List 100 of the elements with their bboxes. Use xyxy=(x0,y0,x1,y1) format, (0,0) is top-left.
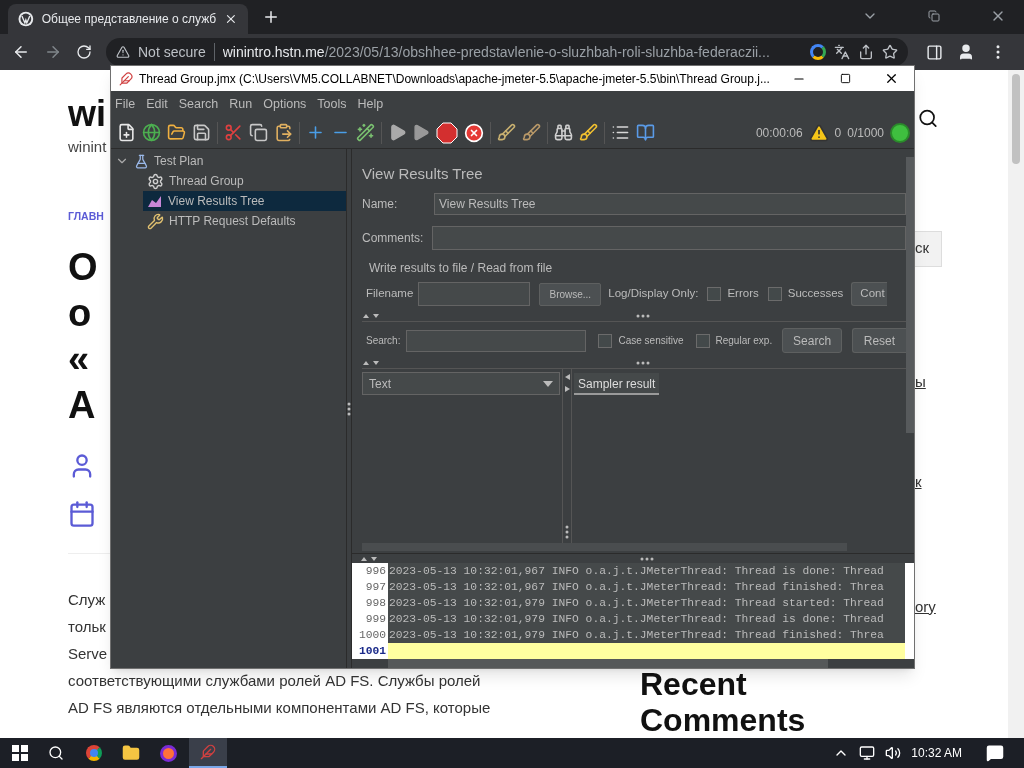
new-tab-icon[interactable] xyxy=(262,8,280,26)
firefox-icon[interactable] xyxy=(160,744,177,762)
warning-icon[interactable] xyxy=(116,45,130,59)
splitter-grip-icon[interactable] xyxy=(565,525,569,540)
collapse-arrows-icon[interactable] xyxy=(362,359,380,366)
post-title-line: A xyxy=(68,383,96,429)
splitter-grip-icon[interactable] xyxy=(636,360,650,365)
warning-icon[interactable] xyxy=(808,122,829,143)
menu-item[interactable]: File xyxy=(115,94,136,114)
splitter-arrows-icon[interactable] xyxy=(564,373,570,393)
menu-item[interactable]: Help xyxy=(357,94,384,114)
feather-taskbar-button[interactable] xyxy=(189,738,227,768)
windows-logo-icon[interactable] xyxy=(12,745,28,761)
browse-button[interactable]: Browse... xyxy=(539,282,602,306)
tree-item[interactable]: HTTP Request Defaults xyxy=(143,211,346,231)
search-submit-button[interactable]: ск xyxy=(915,230,942,267)
renderer-dropdown[interactable]: Text xyxy=(362,372,560,395)
splitter-grip-icon[interactable] xyxy=(636,313,650,318)
page-scrollbar[interactable] xyxy=(1008,70,1024,738)
filename-field[interactable] xyxy=(418,282,531,306)
line-number: 999 xyxy=(364,612,387,627)
new-file-icon[interactable] xyxy=(117,123,136,142)
clock[interactable]: 10:32 AM xyxy=(911,744,962,762)
site-tagline: winint xyxy=(68,137,107,157)
thread-count: 0/1000 xyxy=(847,124,884,142)
horizontal-scrollbar[interactable] xyxy=(362,543,847,552)
share-icon[interactable] xyxy=(858,44,874,60)
profile-icon[interactable] xyxy=(957,43,975,61)
forward-icon[interactable] xyxy=(44,43,62,61)
post-title-line: о xyxy=(68,291,92,337)
result-tab[interactable]: Sampler result xyxy=(574,373,660,395)
sidebar-link[interactable]: к xyxy=(915,471,1008,494)
url-text: winintro.hstn.me/2023/05/13/obshhee-predstavlenie-o-sluzhbah-roli-sluzhba-federaczii... xyxy=(222,42,771,62)
comments-field[interactable] xyxy=(432,226,906,250)
menu-item[interactable]: Search xyxy=(178,94,219,114)
notifications-icon[interactable] xyxy=(986,744,1004,762)
caret-icon xyxy=(543,380,553,387)
splitter-grip-icon[interactable] xyxy=(640,556,654,561)
checkbox-label: Successes xyxy=(787,286,844,302)
reload-icon[interactable] xyxy=(76,44,92,60)
network-icon[interactable] xyxy=(859,745,876,761)
browser-tab[interactable]: Общее представление о служб xyxy=(8,4,248,34)
gear-icon xyxy=(147,172,164,190)
open-folder-icon[interactable] xyxy=(167,123,186,142)
address-bar[interactable]: Not secure winintro.hstn.me/2023/05/13/obshhee-predstavlenie-o-sluzhbah-roli-sluzhba-federaczii... xyxy=(106,38,908,66)
stop-icon[interactable] xyxy=(436,121,458,144)
calendar-icon xyxy=(68,500,96,529)
body-text-line: соответствующими службами ролей AD FS. Службы ролей xyxy=(68,671,481,692)
checkbox[interactable] xyxy=(707,287,722,301)
tree-item[interactable]: Test Plan xyxy=(111,151,346,171)
google-icon[interactable] xyxy=(810,44,826,60)
cut-icon[interactable] xyxy=(224,123,243,142)
translate-icon[interactable] xyxy=(834,44,850,60)
sidebar-link[interactable]: ы xyxy=(915,370,1008,393)
splitter-grip-icon[interactable] xyxy=(347,401,351,416)
collapse-arrows-icon[interactable] xyxy=(360,555,378,562)
chrome-icon[interactable] xyxy=(86,745,102,761)
line-number: 996 xyxy=(364,564,387,579)
binoculars-icon[interactable] xyxy=(554,123,573,142)
site-title[interactable]: wi xyxy=(68,94,106,134)
configure-button[interactable]: Cont xyxy=(851,282,887,306)
search-icon[interactable] xyxy=(917,108,939,129)
menu-item[interactable]: Options xyxy=(263,94,307,114)
expand-icon[interactable] xyxy=(306,123,325,142)
menu-item[interactable]: Run xyxy=(229,94,253,114)
close-tab-icon[interactable] xyxy=(224,12,238,26)
tree-item[interactable]: View Results Tree xyxy=(143,191,346,211)
restore-icon[interactable] xyxy=(928,10,940,22)
search-icon[interactable] xyxy=(48,745,64,761)
shutdown-icon[interactable] xyxy=(464,122,484,143)
bookmark-star-icon[interactable] xyxy=(882,44,898,60)
name-field[interactable]: View Results Tree xyxy=(434,193,906,215)
start-icon[interactable] xyxy=(388,123,407,142)
copy-icon[interactable] xyxy=(249,123,268,142)
checkbox[interactable] xyxy=(598,333,613,348)
volume-icon[interactable] xyxy=(885,745,902,761)
category-link[interactable]: ГЛАВН xyxy=(68,208,104,225)
folder-icon[interactable] xyxy=(122,744,140,762)
maximize-icon[interactable] xyxy=(839,73,851,84)
save-icon[interactable] xyxy=(192,123,211,142)
field-label: Name: xyxy=(362,196,399,213)
error-count: 0 xyxy=(834,124,842,142)
function-list-icon[interactable] xyxy=(611,123,630,142)
search-field[interactable] xyxy=(406,329,587,352)
paste-icon[interactable] xyxy=(274,123,293,142)
post-title-line: « xyxy=(68,337,90,383)
side-panel-icon[interactable] xyxy=(926,43,943,61)
collapse-arrows-icon[interactable] xyxy=(362,312,380,319)
back-icon[interactable] xyxy=(12,43,30,61)
field-label: Log/Display Only: xyxy=(608,286,699,302)
checkbox[interactable] xyxy=(695,333,710,348)
tree-item[interactable]: Thread Group xyxy=(143,171,346,191)
reset-button[interactable]: Reset xyxy=(851,328,906,353)
search-button[interactable]: Search xyxy=(782,328,842,353)
menu-item[interactable]: Edit xyxy=(146,94,168,114)
checkbox[interactable] xyxy=(767,287,782,301)
menu-item[interactable]: Tools xyxy=(317,94,347,114)
log-scrollbar[interactable] xyxy=(388,659,828,668)
sidebar-link[interactable]: ory xyxy=(915,595,1008,618)
vertical-scrollbar[interactable] xyxy=(906,149,914,554)
